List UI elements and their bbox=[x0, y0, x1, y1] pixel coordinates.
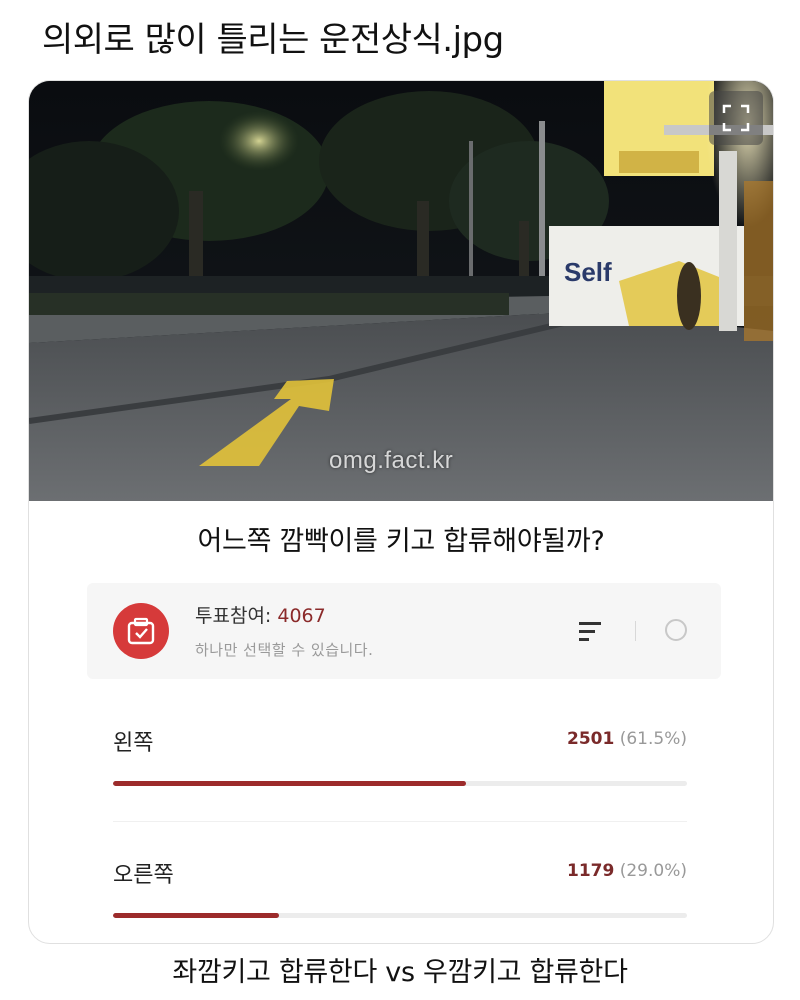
option-bar-fill bbox=[113, 781, 466, 786]
select-radio[interactable] bbox=[665, 619, 687, 641]
poll-option-right[interactable]: 오른쪽 1179 (29.0%) bbox=[113, 853, 687, 943]
participation-number: 4067 bbox=[277, 605, 326, 627]
expand-button[interactable] bbox=[709, 91, 763, 145]
option-divider bbox=[113, 821, 687, 822]
night-road-photo: Self bbox=[29, 81, 773, 501]
poll-option-left[interactable]: 왼쪽 2501 (61.5%) bbox=[113, 721, 687, 821]
post-title: 의외로 많이 틀리는 운전상식.jpg bbox=[42, 20, 504, 60]
post-image[interactable]: Self omg.fact.kr bbox=[29, 81, 773, 501]
poll-instruction: 하나만 선택할 수 있습니다. bbox=[195, 641, 374, 659]
option-bar-track bbox=[113, 781, 687, 786]
divider bbox=[635, 621, 636, 641]
option-votes: 1179 bbox=[566, 861, 615, 881]
option-percent: (61.5%) bbox=[619, 729, 687, 749]
sort-icon bbox=[579, 622, 601, 641]
option-label: 왼쪽 bbox=[113, 731, 154, 756]
ballot-box-icon bbox=[113, 603, 169, 659]
participation-label: 투표참여: bbox=[195, 605, 278, 627]
participation-count: 투표참여: 4067 bbox=[195, 601, 326, 628]
option-bar-fill bbox=[113, 913, 280, 918]
self-sign-text: Self bbox=[564, 257, 612, 287]
option-bar-track bbox=[113, 913, 687, 918]
poll-header: 투표참여: 4067 하나만 선택할 수 있습니다. bbox=[87, 583, 721, 679]
watermark: omg.fact.kr bbox=[329, 447, 454, 474]
post-caption: 좌깜키고 합류한다 vs 우깜키고 합류한다 bbox=[172, 957, 628, 988]
expand-icon bbox=[722, 104, 750, 132]
option-stat: 1179 (29.0%) bbox=[567, 861, 687, 881]
option-percent: (29.0%) bbox=[619, 861, 687, 881]
poll-question: 어느쪽 깜빡이를 키고 합류해야될까? bbox=[197, 526, 605, 557]
option-votes: 2501 bbox=[566, 729, 615, 749]
poll-card: Self omg.fact.kr 어느쪽 깜빡이를 키고 합류해야될까? 투표참… bbox=[28, 80, 774, 944]
option-label: 오른쪽 bbox=[113, 863, 174, 888]
option-stat: 2501 (61.5%) bbox=[567, 729, 687, 749]
sort-button[interactable] bbox=[575, 617, 607, 645]
